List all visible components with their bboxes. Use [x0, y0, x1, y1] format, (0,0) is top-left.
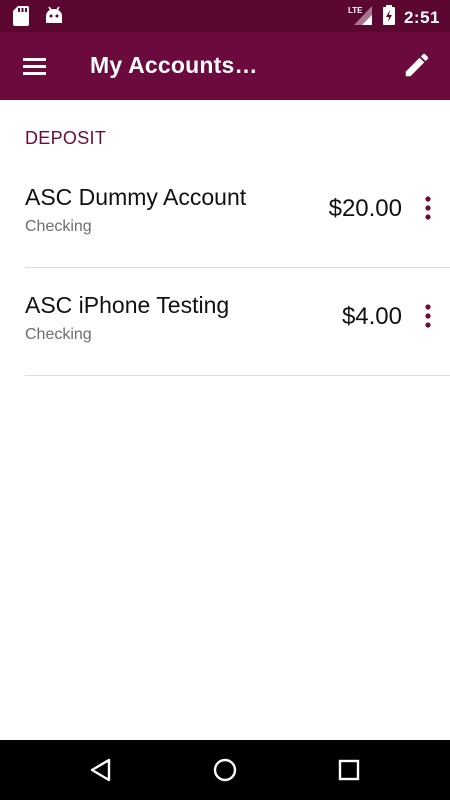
account-row[interactable]: ASC iPhone Testing Checking $4.00: [25, 268, 450, 376]
back-button[interactable]: [86, 755, 116, 785]
more-vert-icon: [425, 196, 431, 220]
account-name: ASC iPhone Testing: [25, 292, 230, 318]
sd-card-icon: [12, 5, 30, 32]
lte-signal-icon: LTE: [348, 4, 374, 31]
account-name: ASC Dummy Account: [25, 184, 247, 210]
menu-button[interactable]: [20, 52, 50, 80]
svg-text:LTE: LTE: [348, 6, 363, 15]
app-bar: My Accounts…: [0, 32, 450, 100]
system-nav-bar: [0, 740, 450, 800]
pencil-icon: [405, 53, 429, 77]
more-vert-icon: [425, 304, 431, 328]
more-options-button[interactable]: [416, 192, 440, 224]
status-right-icons: LTE 2:51: [348, 4, 440, 31]
section-header-deposit: DEPOSIT: [25, 128, 107, 148]
account-balance: $20.00: [328, 195, 402, 222]
edit-button[interactable]: [402, 50, 432, 80]
status-bar: LTE 2:51: [0, 0, 450, 32]
recents-button[interactable]: [334, 755, 364, 785]
account-balance: $4.00: [341, 303, 402, 330]
battery-charging-icon: [382, 4, 396, 31]
account-row[interactable]: ASC Dummy Account Checking $20.00: [25, 160, 450, 268]
recents-icon: [338, 759, 360, 781]
home-button[interactable]: [210, 755, 240, 785]
back-icon: [90, 758, 111, 782]
page-title: My Accounts…: [90, 52, 258, 78]
account-type: Checking: [25, 326, 92, 343]
home-icon: [213, 758, 237, 782]
android-icon: [44, 5, 64, 32]
hamburger-menu-icon: [23, 58, 46, 75]
status-time: 2:51: [403, 7, 440, 27]
account-type: Checking: [25, 218, 92, 235]
status-left-icons: [12, 5, 64, 32]
more-options-button[interactable]: [416, 300, 440, 332]
